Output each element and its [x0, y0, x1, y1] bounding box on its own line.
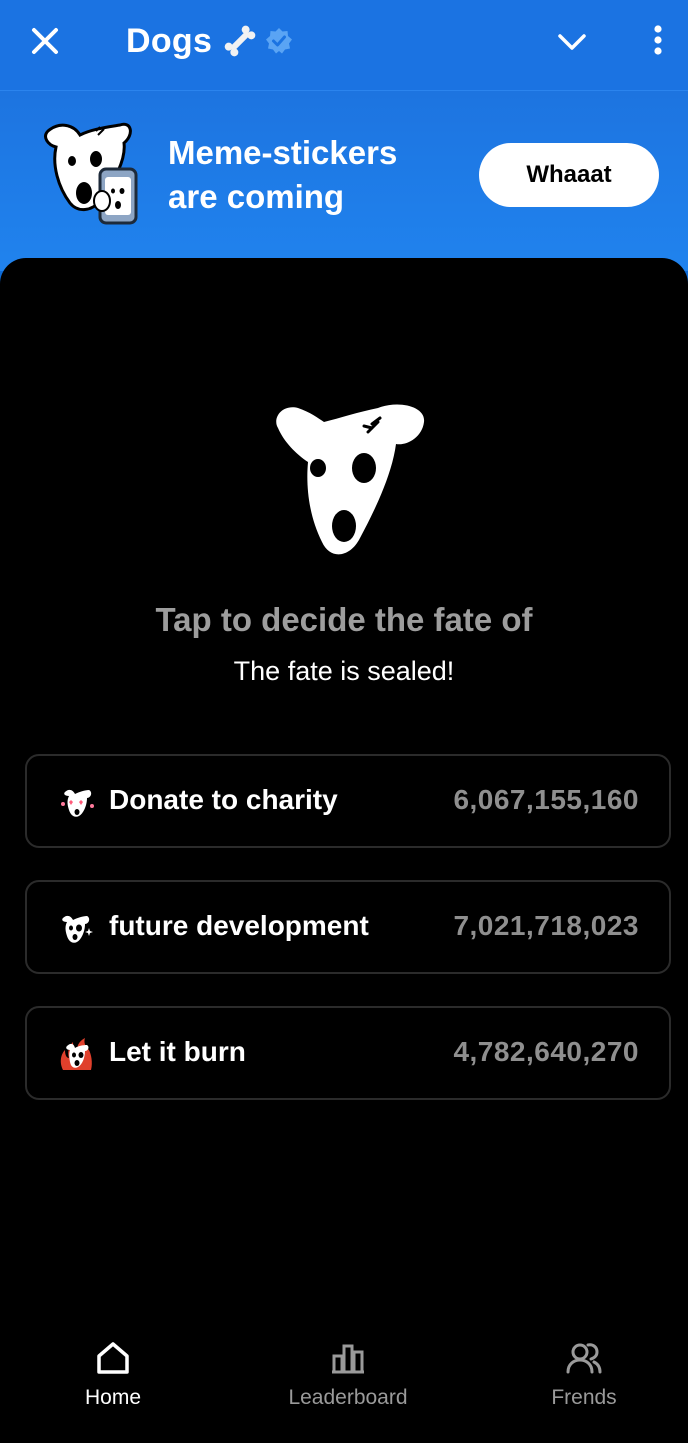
main-panel: Tap to decide the fate of The fate is se…	[0, 258, 688, 1443]
dog-fire-icon	[60, 1038, 92, 1070]
nav-frends-label: Frends	[551, 1386, 617, 1409]
option-label: Donate to charity	[109, 784, 338, 815]
top-bar: Dogs	[0, 0, 688, 91]
whaaat-button[interactable]: Whaaat	[479, 143, 659, 207]
dog-sticker-icon	[44, 122, 138, 225]
option-let-it-burn[interactable]: Let it burn 4,782,640,270	[25, 1006, 671, 1100]
option-value: 6,067,155,160	[453, 784, 639, 815]
nav-leaderboard-label: Leaderboard	[288, 1386, 408, 1409]
banner-text: Meme-stickers are coming	[168, 131, 468, 219]
nav-frends[interactable]: Frends	[504, 1338, 664, 1418]
more-menu-button[interactable]	[640, 20, 676, 64]
bone-icon	[224, 25, 256, 57]
leaderboard-icon	[332, 1344, 364, 1374]
dog-logo-icon[interactable]	[268, 398, 432, 562]
banner-line-1: Meme-stickers	[168, 134, 398, 171]
nav-leaderboard[interactable]: Leaderboard	[268, 1338, 428, 1418]
promo-banner: Meme-stickers are coming Whaaat	[0, 91, 688, 271]
fate-headline: Tap to decide the fate of	[155, 601, 533, 638]
banner-line-2: are coming	[168, 178, 345, 215]
option-donate-charity[interactable]: Donate to charity 6,067,155,160	[25, 754, 671, 848]
close-icon	[32, 28, 58, 54]
option-future-development[interactable]: future development 7,021,718,023	[25, 880, 671, 974]
friends-icon	[566, 1343, 602, 1374]
option-value: 4,782,640,270	[453, 1036, 639, 1067]
dog-sparkle-icon	[62, 915, 93, 943]
verified-badge-icon	[266, 28, 293, 54]
option-value: 7,021,718,023	[453, 910, 639, 941]
collapse-button[interactable]	[552, 22, 592, 62]
nav-home[interactable]: Home	[33, 1338, 193, 1418]
option-label: future development	[109, 910, 369, 941]
fate-status: The fate is sealed!	[233, 656, 455, 686]
nav-home-label: Home	[84, 1386, 142, 1409]
title-group: Dogs	[126, 18, 294, 64]
option-label: Let it burn	[109, 1036, 246, 1067]
chevron-down-icon	[558, 34, 586, 50]
home-icon	[97, 1342, 129, 1374]
more-vertical-icon	[654, 25, 662, 55]
app-title: Dogs	[126, 21, 213, 60]
dog-love-icon	[61, 789, 94, 817]
close-button[interactable]	[26, 22, 66, 62]
